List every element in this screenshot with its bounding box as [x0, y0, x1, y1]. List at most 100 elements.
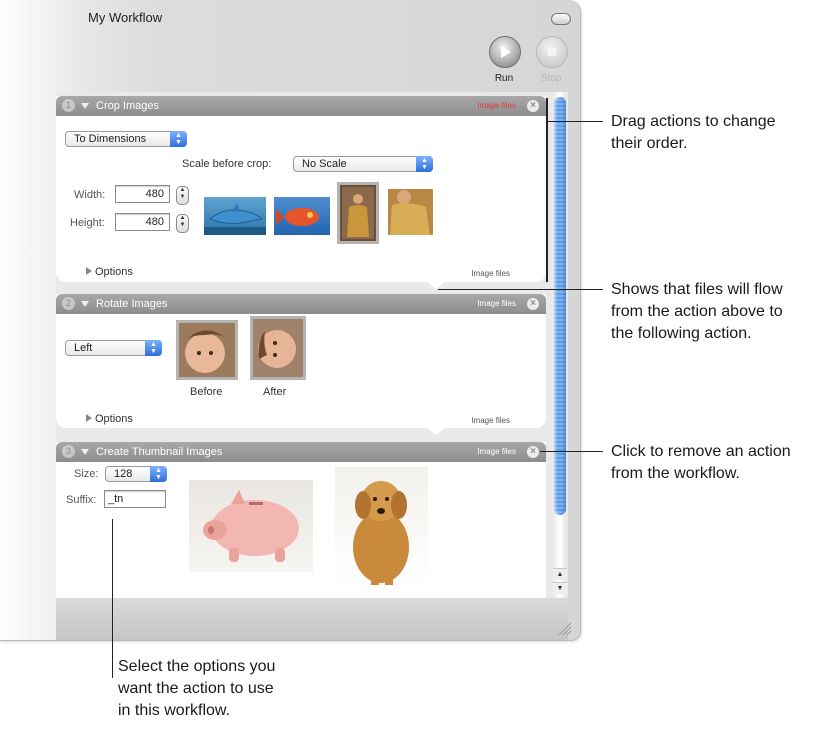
disclosure-triangle-icon[interactable] [81, 103, 89, 109]
resize-grip-icon[interactable] [556, 620, 572, 636]
popup-arrows-icon: ▲ ▼ [416, 156, 433, 172]
action-number: 2 [62, 297, 75, 310]
callout-remove: Click to remove an action from the workf… [611, 441, 791, 485]
stop-button[interactable] [536, 36, 568, 68]
flow-connector [427, 282, 445, 289]
cropped-portrait-picture [388, 189, 433, 235]
window-title: My Workflow [88, 10, 163, 25]
preview-image-portrait-frame [337, 182, 379, 244]
height-stepper[interactable]: ▲ ▼ [176, 214, 189, 233]
action-number: 3 [62, 445, 75, 458]
rotate-direction-popup[interactable]: Left ▲ ▼ [65, 340, 162, 356]
width-label: Width: [74, 189, 106, 201]
size-value: 128 [114, 468, 133, 480]
rotate-direction-value: Left [74, 342, 93, 354]
action-header[interactable]: 2 Rotate Images Image files × [56, 294, 546, 314]
width-field[interactable]: 480 [115, 185, 170, 203]
action-title: Rotate Images [96, 298, 168, 310]
callout-line-drag [548, 121, 603, 122]
flow-connector [427, 428, 445, 435]
options-label: Options [95, 266, 133, 278]
scroll-up-arrow-icon[interactable]: ▲ [553, 568, 567, 580]
size-label: Size: [74, 468, 99, 480]
options-disclosure[interactable]: Options [86, 266, 133, 278]
action-input-type: Image files [477, 447, 516, 456]
callout-options-line-1: Select the options you [118, 658, 276, 675]
disclosure-triangle-icon [86, 267, 92, 275]
action-title: Create Thumbnail Images [96, 446, 223, 458]
close-icon[interactable]: × [527, 446, 539, 458]
action-title: Crop Images [96, 100, 159, 112]
disclosure-triangle-icon[interactable] [81, 301, 89, 307]
action-header[interactable]: 1 Crop Images Image files × [56, 96, 546, 116]
after-image-frame [250, 316, 306, 380]
callout-options-line-2: want the action to use [118, 680, 274, 697]
action-create-thumbnail-images[interactable]: 3 Create Thumbnail Images Image files × … [56, 442, 546, 598]
callout-flow: Shows that files will flow from the acti… [611, 279, 783, 345]
callout-flow-line-2: from the action above to [611, 303, 783, 320]
callout-flow-line-1: Shows that files will flow [611, 281, 783, 298]
stop-icon [548, 48, 556, 56]
scrollbar-thumb[interactable] [554, 97, 566, 515]
action-crop-images[interactable]: 1 Crop Images Image files × To Dimension… [56, 96, 546, 282]
thumbnail-image-piggy-bank [189, 480, 313, 572]
suffix-field[interactable]: _tn [104, 490, 166, 508]
options-label: Options [95, 413, 133, 425]
width-stepper[interactable]: ▲ ▼ [176, 186, 189, 205]
preview-image-portrait-cropped [388, 189, 433, 235]
callout-drag-line-1: Drag actions to change [611, 113, 776, 130]
callout-line-options [112, 519, 113, 678]
window-bottom-bar [56, 598, 568, 640]
action-number: 1 [62, 99, 75, 112]
popup-arrows-icon: ▲ ▼ [170, 131, 187, 147]
dog-picture [353, 481, 409, 585]
callout-remove-line-2: from the workflow. [611, 465, 740, 482]
crop-mode-popup[interactable]: To Dimensions ▲ ▼ [65, 131, 187, 147]
workflow-area: 1 Crop Images Image files × To Dimension… [56, 92, 568, 598]
run-button[interactable] [489, 36, 521, 68]
after-caption: After [263, 386, 287, 398]
portrait-picture [340, 185, 376, 241]
callout-remove-line-1: Click to remove an action [611, 443, 791, 460]
thumbnail-image-dog [335, 467, 428, 588]
fish-picture [276, 208, 319, 226]
action-output-type: Image files [471, 269, 510, 278]
preview-image-dolphin [204, 197, 266, 235]
options-disclosure[interactable]: Options [86, 413, 133, 425]
baby-before-picture [179, 323, 235, 377]
scroll-down-arrow-icon[interactable]: ▼ [553, 582, 567, 594]
callout-options-line-3: in this workflow. [118, 702, 231, 719]
crop-mode-value: To Dimensions [74, 133, 147, 145]
stop-label: Stop [540, 73, 562, 84]
before-image-frame [176, 320, 238, 380]
drag-bracket [546, 98, 548, 282]
preview-image-fish [274, 197, 330, 235]
callout-line-flow [438, 289, 603, 290]
action-output-type: Image files [471, 416, 510, 425]
action-header[interactable]: 3 Create Thumbnail Images Image files × [56, 442, 546, 462]
close-icon[interactable]: × [527, 100, 539, 112]
callout-options: Select the options you want the action t… [118, 656, 275, 722]
baby-after-picture [253, 319, 303, 377]
suffix-label: Suffix: [66, 494, 97, 506]
run-label: Run [494, 73, 514, 84]
close-icon[interactable]: × [527, 298, 539, 310]
action-rotate-images[interactable]: 2 Rotate Images Image files × Left ▲ ▼ Be… [56, 294, 546, 428]
piggy-bank-picture [203, 490, 299, 562]
disclosure-triangle-icon [86, 414, 92, 422]
height-label: Height: [70, 217, 105, 229]
scale-label: Scale before crop: [182, 158, 272, 170]
scale-popup[interactable]: No Scale ▲ ▼ [293, 156, 433, 172]
callout-drag-line-2: their order. [611, 135, 688, 152]
popup-arrows-icon: ▲ ▼ [145, 340, 162, 356]
height-field[interactable]: 480 [115, 213, 170, 231]
play-icon [501, 46, 511, 58]
callout-flow-line-3: the following action. [611, 325, 752, 342]
disclosure-triangle-icon[interactable] [81, 449, 89, 455]
action-input-type: Image files [477, 101, 516, 110]
dolphin-picture [204, 203, 266, 235]
size-popup[interactable]: 128 ▲ ▼ [105, 466, 167, 482]
action-input-type: Image files [477, 299, 516, 308]
callout-line-remove [540, 451, 603, 452]
toolbar-toggle-button[interactable] [551, 13, 571, 25]
